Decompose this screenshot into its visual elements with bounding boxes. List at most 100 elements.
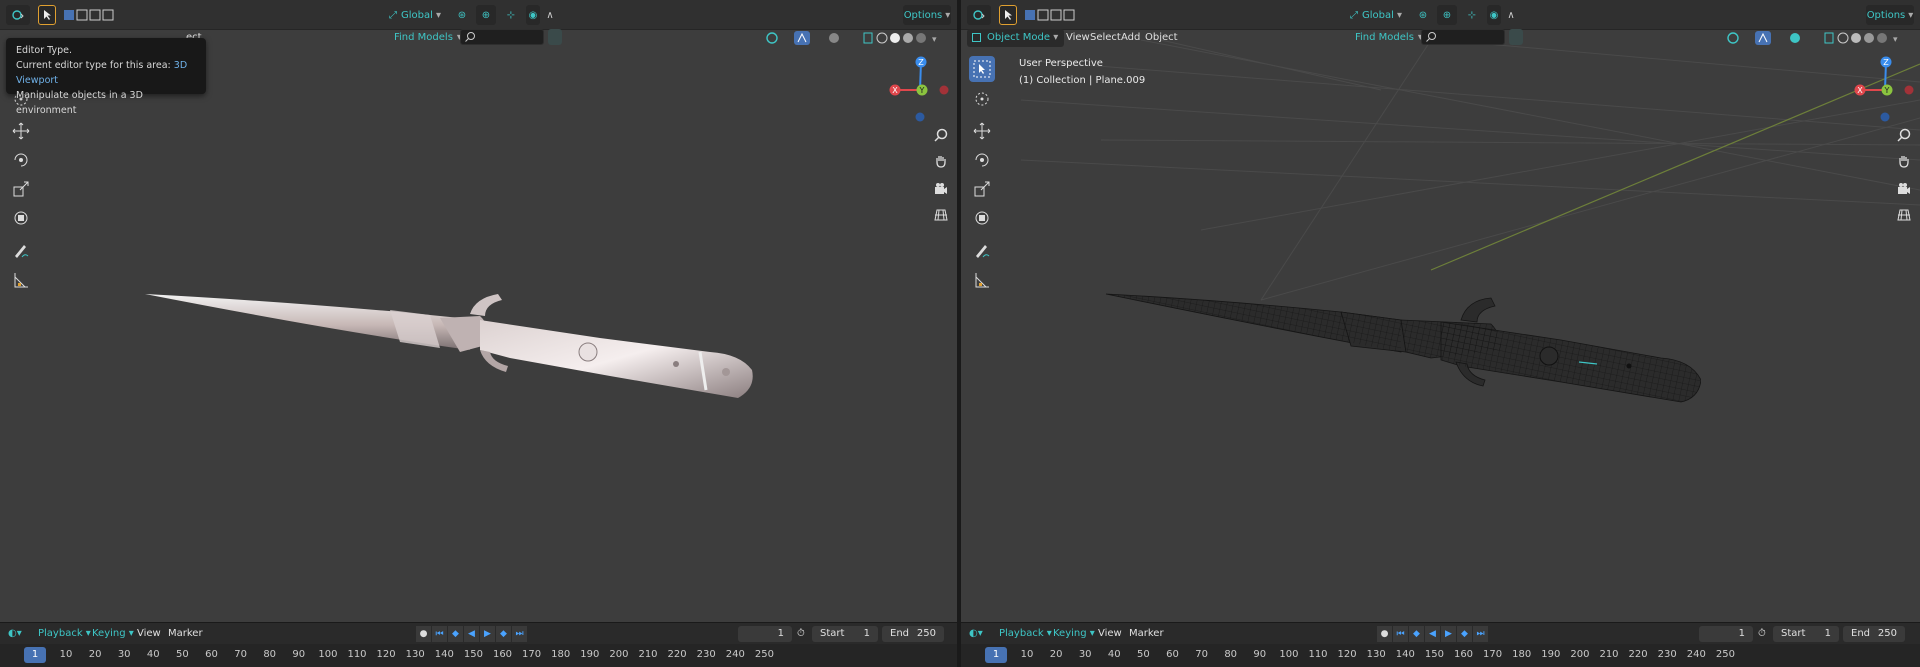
proportional-edit-toggle[interactable]: ◉ [526,5,540,25]
prev-keyframe-button[interactable]: ◆ [1409,626,1424,642]
zoom-icon [934,128,948,142]
select-tool[interactable] [969,56,995,82]
end-frame-field[interactable]: End 250 [882,626,944,642]
shading-icons: ▾ [766,31,937,45]
play-reverse-button[interactable]: ◀ [464,626,479,642]
keying-menu[interactable]: Keying ▾ [1053,627,1095,641]
rotate-tool[interactable] [969,147,995,173]
find-models-dropdown[interactable]: Find Models▾ [1339,29,1423,47]
falloff-dropdown[interactable]: ∧ [1503,5,1519,25]
timeline-editor-type[interactable]: ◐▾ [8,627,22,641]
start-frame-field[interactable]: Start 1 [812,626,878,642]
measure-icon [975,273,989,288]
ortho-toggle-button[interactable] [930,204,952,226]
find-models-dropdown[interactable]: Find Models▾ [378,29,462,47]
snap-target-dropdown[interactable]: ⊹ [498,5,524,25]
camera-view-button[interactable] [930,178,952,200]
editor-type-button[interactable] [967,5,991,25]
ruler-tick-label: 100 [1279,649,1299,660]
measure-tool[interactable] [8,267,34,293]
timeline-ruler[interactable]: 1 10 20 30 40 50 60 70 80 90 100 110 120 130 140 150 16… [0,644,957,667]
jump-start-button[interactable]: ⏮ [432,626,447,642]
ortho-toggle-button[interactable] [1893,204,1915,226]
transform-orientation-dropdown[interactable]: ⤢ Global ▾ [386,5,444,25]
snap-target-dropdown[interactable]: ⊹ [1459,5,1485,25]
move-tool[interactable] [969,118,995,144]
record-button[interactable]: ● [416,626,431,642]
search-confirm-button[interactable] [1509,29,1523,45]
current-frame-indicator[interactable]: 1 [24,647,46,663]
start-frame-field[interactable]: Start 1 [1773,626,1839,642]
play-button[interactable]: ▶ [480,626,495,642]
scale-icon [974,181,990,197]
measure-tool[interactable] [969,267,995,293]
timeline-marker-menu[interactable]: Marker [168,627,203,641]
timeline-ruler[interactable]: 1 10 20 30 40 50 60 70 80 90 100 110 120 130 140 150 16… [961,644,1920,667]
scale-tool[interactable] [969,176,995,202]
camera-view-button[interactable] [1893,178,1915,200]
ruler-tick-label: 30 [1078,649,1092,660]
move-tool[interactable] [8,118,34,144]
transform-tool[interactable] [969,205,995,231]
jump-end-button[interactable]: ⏭ [1473,626,1488,642]
pan-button[interactable] [1893,150,1915,172]
navigation-gizmo[interactable]: Z X Y [885,52,955,122]
prev-keyframe-button[interactable]: ◆ [448,626,463,642]
selection-mode-group[interactable] [1023,5,1079,25]
select-box-button[interactable] [38,5,56,25]
editor-type-button[interactable] [6,5,30,25]
current-frame-field[interactable]: 1 [1699,626,1753,642]
transform-orientation-dropdown[interactable]: ⤢ Global ▾ [1347,5,1405,25]
search-input[interactable] [1421,29,1505,45]
playback-controls: ● ⏮ ◆ ◀ ▶ ◆ ⏭ [1377,626,1488,642]
navigation-gizmo[interactable]: Z X Y [1850,52,1920,122]
pan-button[interactable] [930,150,952,172]
current-frame-indicator[interactable]: 1 [985,647,1007,663]
zoom-button[interactable] [930,124,952,146]
preview-range-toggle[interactable]: ⏱ [797,627,805,641]
jump-start-button[interactable]: ⏮ [1393,626,1408,642]
search-input[interactable] [460,29,544,45]
transform-tool[interactable] [8,205,34,231]
stopwatch-icon: ⏱ [797,628,805,639]
zoom-button[interactable] [1893,124,1915,146]
preview-range-toggle[interactable]: ⏱ [1758,627,1766,641]
record-button[interactable]: ● [1377,626,1392,642]
next-keyframe-button[interactable]: ◆ [496,626,511,642]
annotate-tool[interactable] [8,238,34,264]
viewport-right[interactable]: ⤢ Global ▾ ⊛ ⊕ ⊹ ◉ ∧ Options ▾ Object Mode … [961,0,1920,667]
proportional-edit-toggle[interactable]: ◉ [1487,5,1501,25]
rotate-tool[interactable] [8,147,34,173]
select-box-button[interactable] [999,5,1017,25]
timeline-view-menu[interactable]: View [1098,627,1122,641]
pivot-point-dropdown[interactable]: ⊛ [450,5,474,25]
cursor-tool[interactable] [969,86,995,112]
options-dropdown[interactable]: Options ▾ [1866,5,1914,25]
keying-menu[interactable]: Keying ▾ [92,627,134,641]
play-button[interactable]: ▶ [1441,626,1456,642]
playback-menu[interactable]: Playback ▾ [999,627,1052,641]
object-mode-dropdown[interactable]: Object Mode ▾ [967,29,1065,47]
next-keyframe-button[interactable]: ◆ [1457,626,1472,642]
search-icon [1426,32,1436,42]
annotate-tool[interactable] [969,238,995,264]
timeline-editor-type[interactable]: ◐▾ [969,627,983,641]
jump-end-button[interactable]: ⏭ [512,626,527,642]
selection-mode-group[interactable] [62,5,118,25]
pivot-point-dropdown[interactable]: ⊛ [1411,5,1435,25]
scale-tool[interactable] [8,176,34,202]
snap-toggle[interactable]: ⊕ [1437,5,1457,25]
timeline-view-menu[interactable]: View [137,627,161,641]
falloff-dropdown[interactable]: ∧ [542,5,558,25]
ruler-tick-label: 230 [1657,649,1677,660]
snap-toggle[interactable]: ⊕ [476,5,496,25]
end-frame-field[interactable]: End 250 [1843,626,1905,642]
timeline-marker-menu[interactable]: Marker [1129,627,1164,641]
play-reverse-button[interactable]: ◀ [1425,626,1440,642]
viewport-left[interactable]: ⤢Global▾ ⊛ ⊕ ⊹ ◉ ∧ Options▾ ect Find Mod… [0,0,957,667]
menu-object[interactable]: Object [1141,30,1182,46]
playback-menu[interactable]: Playback ▾ [38,627,91,641]
search-confirm-button[interactable] [548,29,562,45]
options-dropdown[interactable]: Options ▾ [903,5,951,25]
current-frame-field[interactable]: 1 [738,626,792,642]
